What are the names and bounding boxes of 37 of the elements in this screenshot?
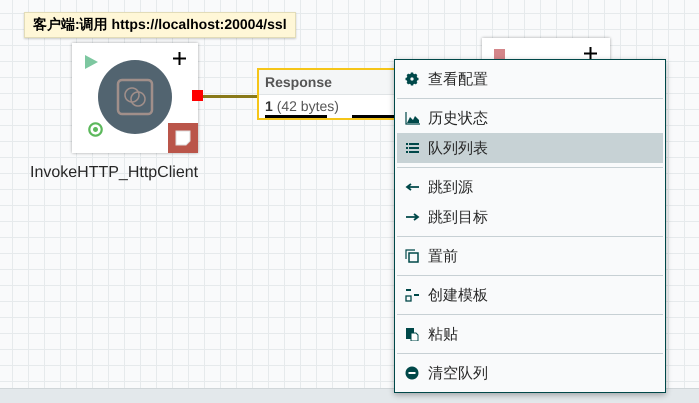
comment-label[interactable]: 客户端:调用 https://localhost:20004/ssl [24, 12, 296, 38]
menu-item[interactable]: 置前 [397, 241, 663, 271]
gear-icon [405, 72, 420, 86]
menu-item[interactable]: 跳到源 [397, 172, 663, 202]
menu-item-label: 查看配置 [428, 70, 488, 88]
target-icon [88, 122, 103, 137]
menu-item-label: 清空队列 [428, 364, 488, 382]
output-port [192, 90, 203, 101]
processor-card[interactable] [72, 43, 198, 153]
plus-icon[interactable] [584, 47, 597, 60]
connection-name: Response [265, 74, 332, 90]
menu-item[interactable]: 队列列表 [397, 133, 663, 163]
menu-item-label: 历史状态 [428, 108, 488, 128]
queue-count: 1 (42 bytes) [264, 98, 340, 114]
menu-item[interactable]: 粘贴 [397, 319, 663, 349]
menu-item-label: 队列列表 [428, 138, 488, 158]
list-icon [405, 141, 420, 155]
menu-item[interactable]: 清空队列 [397, 358, 663, 388]
menu-item-label: 跳到目标 [428, 208, 488, 226]
menu-item[interactable]: 跳到目标 [397, 202, 663, 232]
plus-icon[interactable] [173, 52, 186, 65]
menu-item-label: 创建模板 [428, 286, 488, 304]
front-squares-icon [405, 249, 420, 263]
queue-bar [265, 115, 327, 118]
menu-item-label: 跳到源 [428, 178, 473, 196]
note-icon[interactable] [168, 123, 198, 153]
area-chart-icon [405, 111, 420, 125]
paste-icon [405, 327, 420, 341]
menu-item[interactable]: 创建模板 [397, 280, 663, 310]
template-icon [405, 288, 420, 302]
status-square-icon [494, 49, 505, 59]
minus-circle-icon [405, 366, 420, 380]
menu-item-label: 置前 [428, 246, 458, 266]
play-icon [85, 55, 98, 69]
processor-icon [98, 60, 172, 134]
menu-item-label: 粘贴 [428, 324, 458, 344]
processor-name: InvokeHTTP_HttpClient [30, 164, 198, 182]
